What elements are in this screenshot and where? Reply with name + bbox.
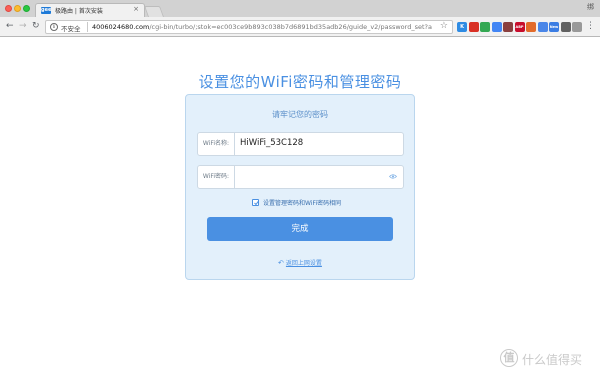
evernote-extension-icon[interactable]: K [457,22,467,32]
browser-chrome: gee 极路由 | 首次安装 × 绑 ← → ↻ i 不安全 400602468… [0,0,600,37]
wifi-name-label: WiFi名称: [198,133,235,155]
back-arrow-icon[interactable]: ← [6,21,14,31]
translate-extension-icon[interactable] [537,22,548,32]
wifi-password-field[interactable]: WiFi密码: [197,165,404,189]
page-title: 设置您的WiFi密码和管理密码 [198,73,402,91]
bookmark-star-icon[interactable]: ☆ [440,21,448,31]
info-icon[interactable]: i [50,23,58,31]
security-label[interactable]: 不安全 [61,23,81,33]
address-separator [87,22,88,32]
abp-extension-icon[interactable]: ABP [514,22,525,32]
url-path: /cgi-bin/turbo/;stok=ec003ce9b893c038b7d… [149,23,432,31]
wifi-name-value[interactable]: HiWiFi_53C128 [240,138,303,148]
tab-close-icon[interactable]: × [133,5,139,13]
drive-extension-icon[interactable] [491,22,502,32]
password-card: 请牢记您的密码 WiFi名称: HiWiFi_53C128 WiFi密码: 设置… [185,94,415,280]
back-row[interactable]: ↶ 返回上网设置 [186,250,414,269]
minimize-window-button[interactable] [14,5,21,12]
forward-arrow-icon[interactable]: → [19,21,27,31]
wifi-name-field[interactable]: WiFi名称: HiWiFi_53C128 [197,132,404,156]
url-text[interactable]: 4006024680.com/cgi-bin/turbo/;stok=ec003… [92,23,432,31]
tab-strip: gee 极路由 | 首次安装 × 绑 [0,0,600,17]
tab-title: 极路由 | 首次安装 [55,8,103,15]
google-extension-icon[interactable] [480,22,490,32]
favicon-icon: gee [41,7,52,14]
check-icon [254,200,259,206]
eye-icon[interactable] [389,174,397,179]
watermark-logo-icon: 值 [500,349,518,367]
new-tab-button[interactable] [143,6,165,17]
card-subtitle: 请牢记您的密码 [272,110,328,119]
ublock-extension-icon[interactable] [503,22,513,32]
watermark: 值 什么值得买 [500,349,592,367]
adblock-extension-icon[interactable] [468,22,479,32]
new-extension-icon[interactable]: New [549,22,559,32]
page-content: 设置您的WiFi密码和管理密码 请牢记您的密码 WiFi名称: HiWiFi_5… [0,38,600,375]
cast-extension-icon[interactable] [572,22,582,32]
done-button[interactable]: 完成 [207,217,393,241]
reload-icon[interactable]: ↻ [32,21,40,31]
watermark-text: 什么值得买 [522,353,583,367]
profile-icon[interactable]: 绑 [587,2,594,12]
maximize-window-button[interactable] [23,5,30,12]
url-host: 4006024680.com [92,23,150,31]
wifi-password-input[interactable] [240,170,380,184]
same-password-label[interactable]: 设置管理密码和WiFi密码相同 [263,198,341,207]
browser-toolbar: ← → ↻ i 不安全 4006024680.com/cgi-bin/turbo… [0,17,600,37]
address-bar[interactable]: i 不安全 4006024680.com/cgi-bin/turbo/;stok… [45,20,453,34]
return-arrow-icon[interactable]: ↶ [278,259,284,267]
back-link[interactable]: 返回上网设置 [286,260,322,267]
wifi-password-label: WiFi密码: [198,166,235,188]
menu-icon[interactable]: ⋮ [586,20,595,32]
tab-active[interactable]: gee 极路由 | 首次安装 × [35,3,145,17]
pocket-extension-icon[interactable] [560,22,571,32]
onenote-extension-icon[interactable] [526,22,536,32]
close-window-button[interactable] [5,5,12,12]
same-password-checkbox[interactable] [252,199,259,206]
